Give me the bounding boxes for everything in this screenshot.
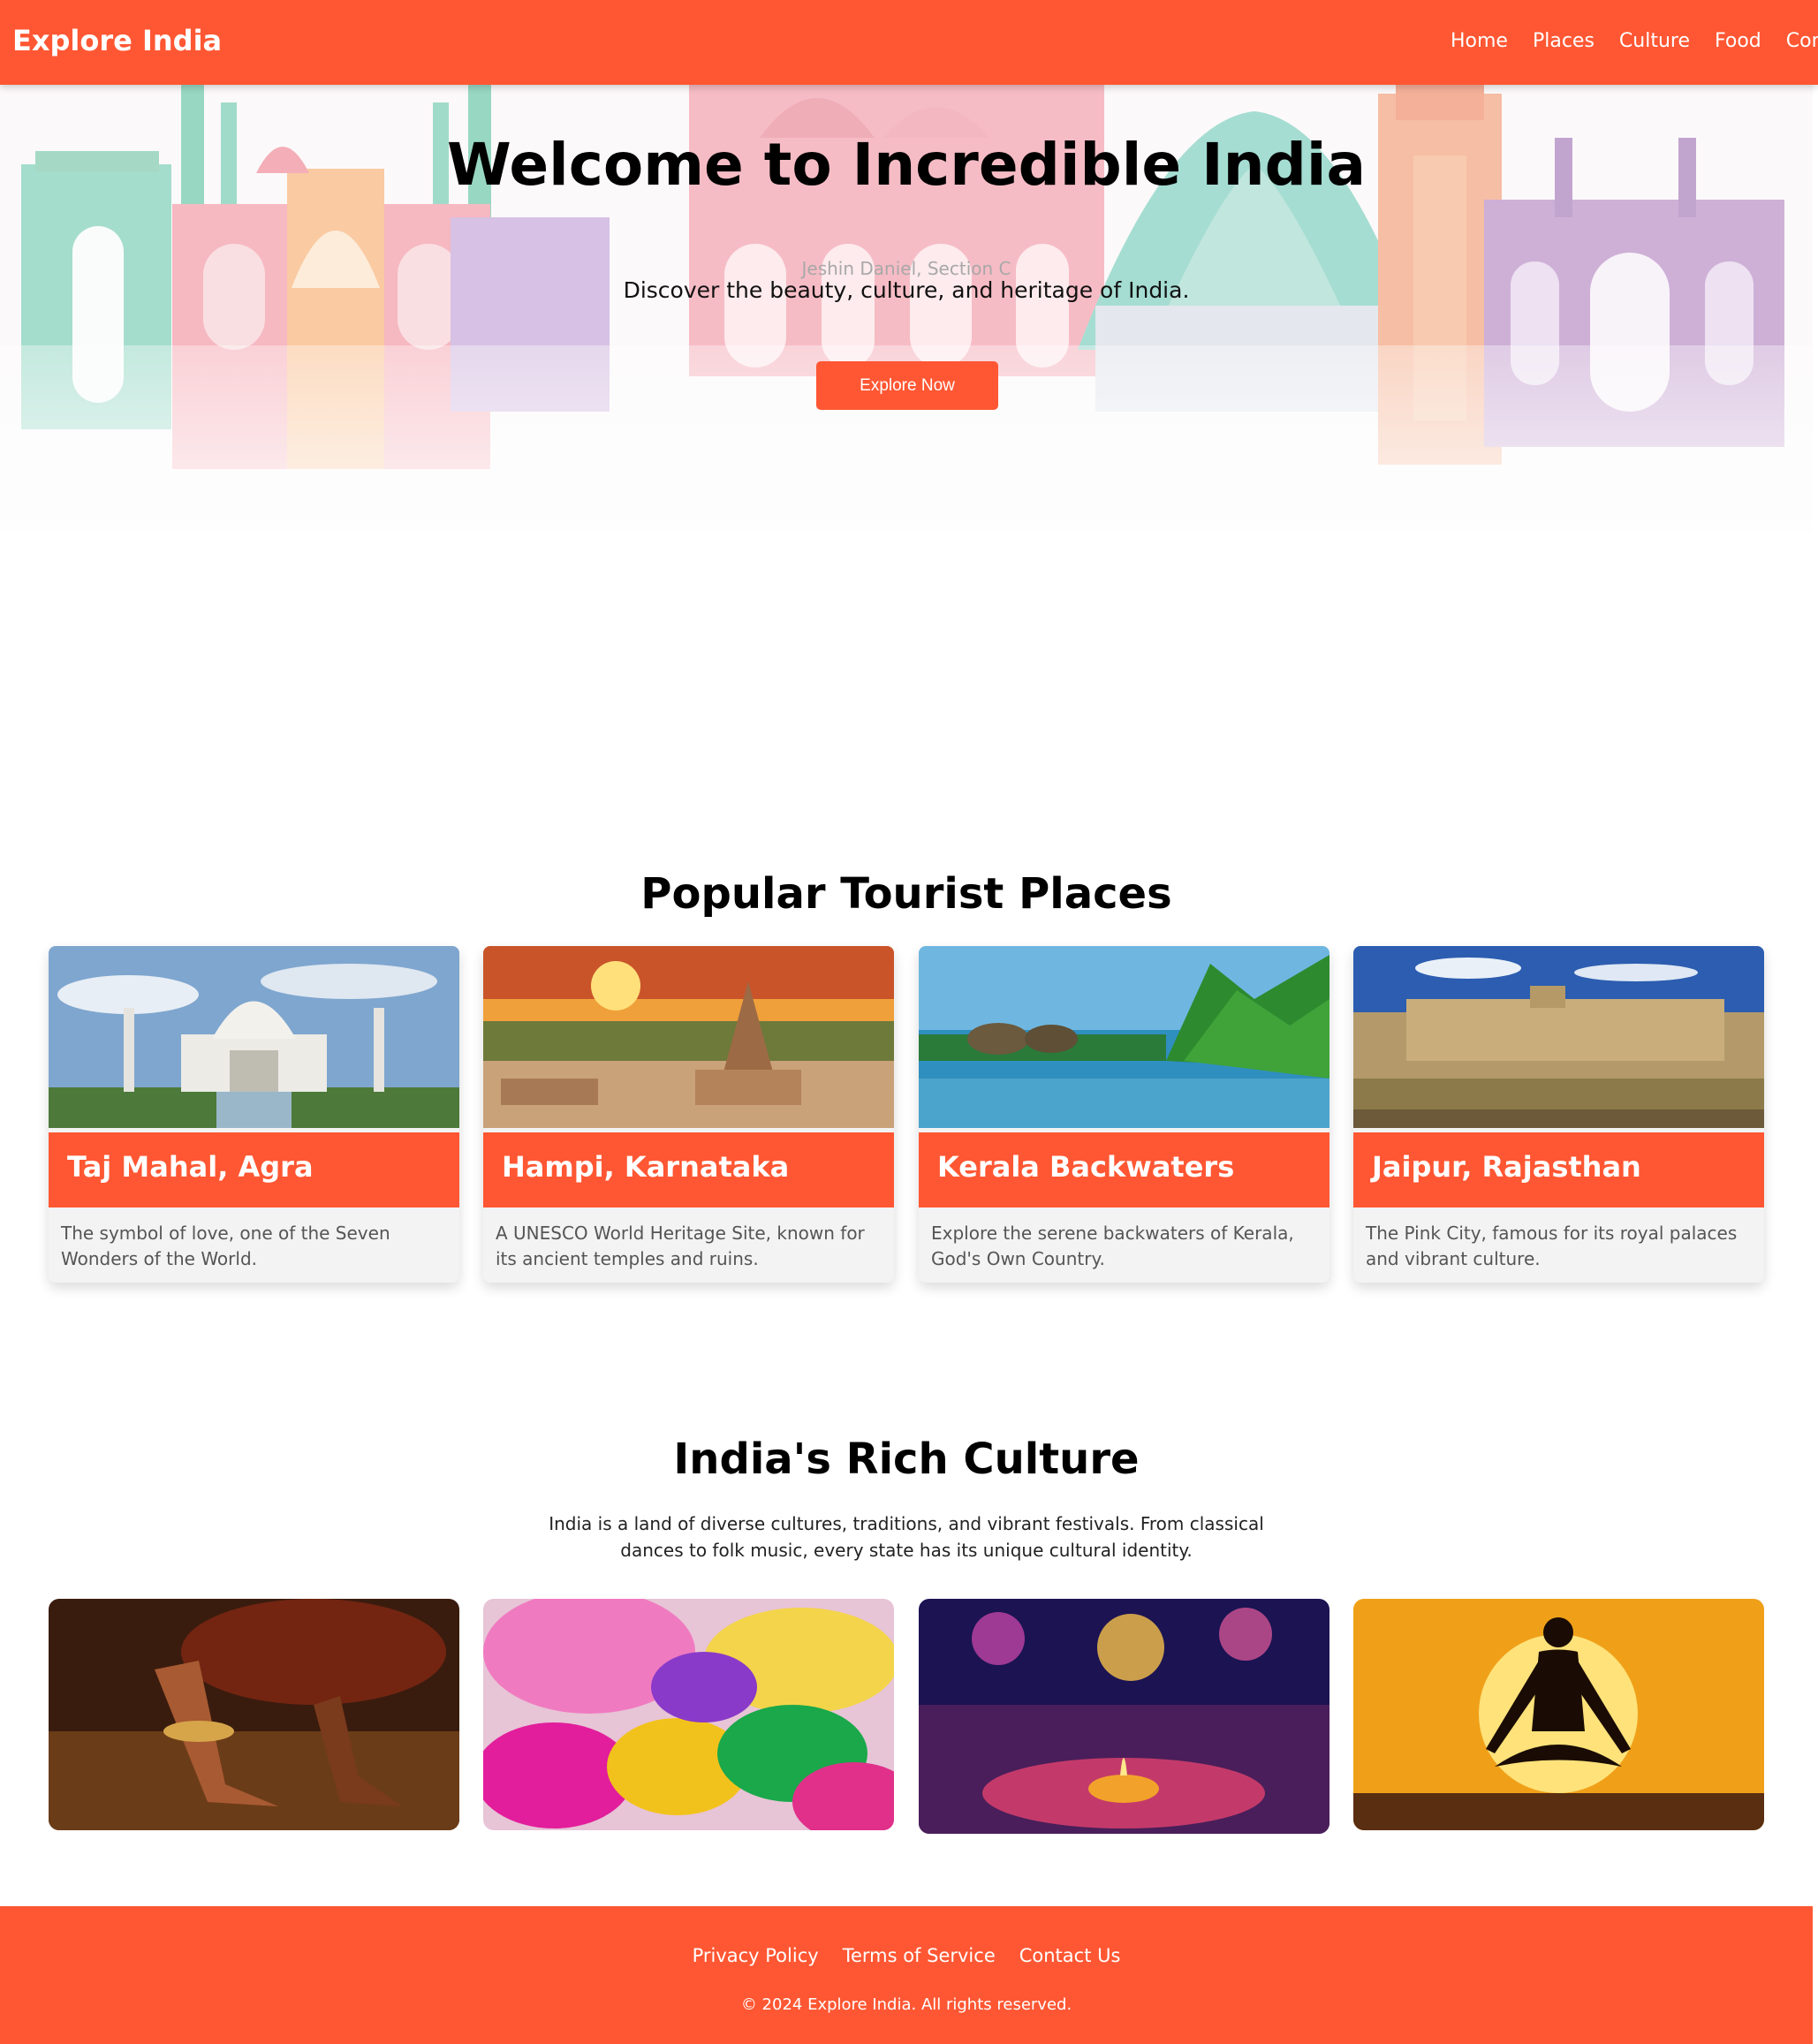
- card-description: The symbol of love, one of the Seven Won…: [61, 1223, 390, 1269]
- nav-contact[interactable]: Contac: [1786, 30, 1818, 52]
- terms-of-service-link[interactable]: Terms of Service: [843, 1945, 996, 1966]
- card-title: Taj Mahal, Agra: [67, 1150, 314, 1184]
- places-section-title: Popular Tourist Places: [640, 869, 1172, 919]
- card-title-bar: Taj Mahal, Agra: [49, 1132, 459, 1207]
- nav-places[interactable]: Places: [1533, 30, 1595, 52]
- site-header: Explore India Home Places Culture Food C…: [0, 0, 1818, 85]
- contact-us-link[interactable]: Contact Us: [1019, 1945, 1121, 1966]
- card-description: Explore the serene backwaters of Kerala,…: [931, 1223, 1294, 1269]
- diwali-festival-image: [919, 1599, 1329, 1834]
- brand-logo[interactable]: Explore India: [12, 24, 222, 57]
- hampi-image: [483, 946, 894, 1128]
- card-description: The Pink City, famous for its royal pala…: [1366, 1223, 1738, 1269]
- place-card-hampi[interactable]: Hampi, Karnataka A UNESCO World Heritage…: [483, 946, 894, 1283]
- place-card-jaipur[interactable]: Jaipur, Rajasthan The Pink City, famous …: [1353, 946, 1764, 1283]
- card-title: Hampi, Karnataka: [502, 1150, 790, 1184]
- privacy-policy-link[interactable]: Privacy Policy: [693, 1945, 819, 1966]
- hero-title: Welcome to Incredible India: [446, 131, 1367, 199]
- main-nav: Home Places Culture Food Contac: [1451, 30, 1818, 52]
- card-title: Jaipur, Rajasthan: [1372, 1150, 1641, 1184]
- footer-links: Privacy Policy Terms of Service Contact …: [0, 1945, 1813, 1966]
- culture-description: India is a land of diverse cultures, tra…: [549, 1513, 1264, 1561]
- explore-now-button[interactable]: Explore Now: [816, 361, 998, 410]
- copyright-text: © 2024 Explore India. All rights reserve…: [740, 1995, 1072, 2014]
- classical-dance-image: [49, 1599, 459, 1830]
- nav-food[interactable]: Food: [1715, 30, 1761, 52]
- taj-mahal-image: [49, 946, 459, 1128]
- hero-subtitle: Discover the beauty, culture, and herita…: [623, 277, 1190, 303]
- place-card-kerala[interactable]: Kerala Backwaters Explore the serene bac…: [919, 946, 1329, 1283]
- card-title-bar: Jaipur, Rajasthan: [1353, 1132, 1764, 1207]
- culture-section-title: India's Rich Culture: [673, 1435, 1140, 1484]
- nav-home[interactable]: Home: [1451, 30, 1508, 52]
- place-card-taj-mahal[interactable]: Taj Mahal, Agra The symbol of love, one …: [49, 946, 459, 1283]
- hero-author: Jeshin Daniel, Section C: [801, 258, 1011, 279]
- yoga-silhouette-image: [1353, 1599, 1764, 1830]
- holi-colors-image: [483, 1599, 894, 1830]
- card-title-bar: Hampi, Karnataka: [483, 1132, 894, 1207]
- card-title-bar: Kerala Backwaters: [919, 1132, 1329, 1207]
- card-description: A UNESCO World Heritage Site, known for …: [496, 1223, 865, 1269]
- kerala-backwaters-image: [919, 946, 1329, 1128]
- hero-section: Welcome to Incredible India Jeshin Danie…: [0, 85, 1813, 533]
- jaipur-image: [1353, 946, 1764, 1128]
- card-title: Kerala Backwaters: [937, 1150, 1235, 1184]
- site-footer: Privacy Policy Terms of Service Contact …: [0, 1906, 1813, 2044]
- nav-culture[interactable]: Culture: [1619, 30, 1690, 52]
